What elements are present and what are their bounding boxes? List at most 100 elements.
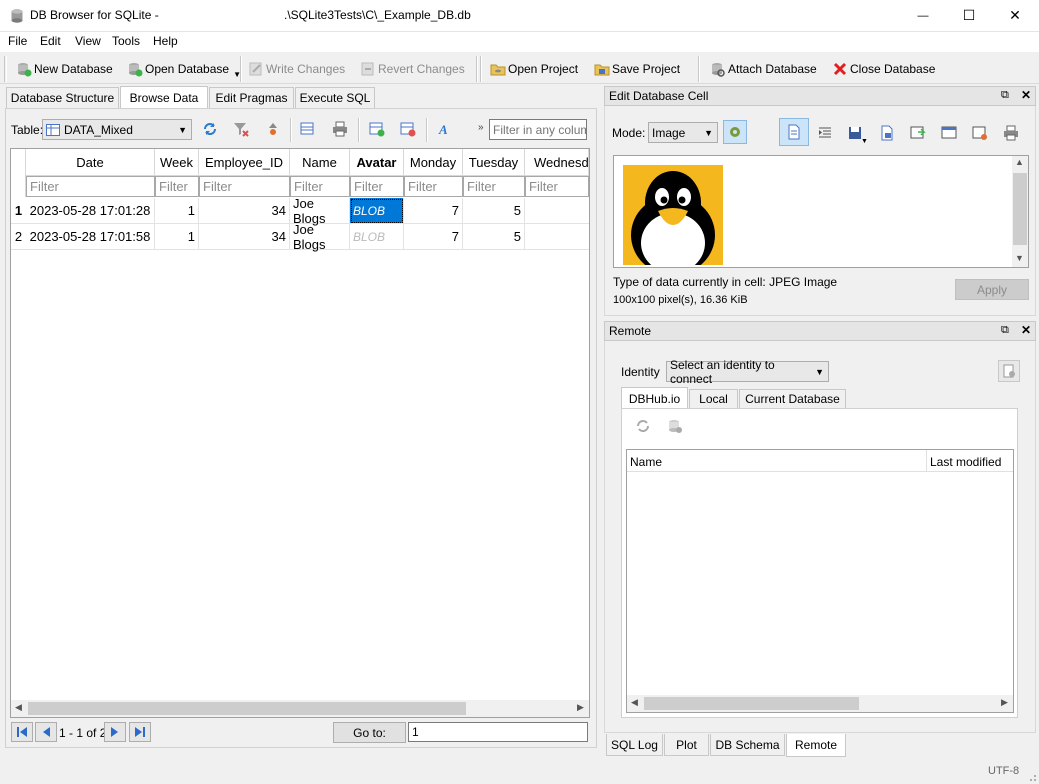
row-number[interactable]: 2 — [11, 224, 26, 250]
scroll-right-icon[interactable]: ▶ — [1001, 697, 1008, 708]
cell-tuesday[interactable]: 5 — [463, 198, 525, 224]
cell-date[interactable]: 2023-05-28 17:01:58 — [26, 224, 155, 250]
identity-select[interactable]: Select an identity to connect ▼ — [666, 358, 829, 386]
column-header-last-modified[interactable]: Last modified — [927, 450, 1013, 472]
open-project-button[interactable]: Open Project — [490, 59, 578, 79]
cell-monday[interactable]: 7 — [404, 198, 463, 224]
column-header-week[interactable]: Week — [155, 149, 199, 176]
minimize-button[interactable]: — — [900, 0, 946, 31]
filter-employee-id[interactable]: Filter — [199, 176, 290, 197]
cell-name[interactable]: Joe Blogs — [290, 222, 350, 252]
scroll-right-icon[interactable]: ▶ — [577, 702, 584, 713]
table-select[interactable]: DATA_Mixed ▼ — [42, 119, 192, 140]
tab-db-schema[interactable]: DB Schema — [710, 734, 785, 756]
word-wrap-button[interactable] — [779, 118, 809, 146]
open-database-button[interactable]: Open Database ▼ — [127, 59, 241, 79]
column-header-date[interactable]: Date — [26, 149, 155, 176]
refresh-icon[interactable] — [202, 121, 218, 137]
column-header-tuesday[interactable]: Tuesday — [463, 149, 525, 176]
cell-wednesday[interactable] — [525, 224, 589, 250]
menu-edit[interactable]: Edit — [40, 34, 61, 48]
attach-database-button[interactable]: Attach Database — [710, 59, 817, 79]
set-null-icon[interactable] — [910, 125, 926, 141]
column-header-name[interactable]: Name — [290, 149, 350, 176]
scroll-left-icon[interactable]: ◀ — [631, 697, 638, 708]
tab-database-structure[interactable]: Database Structure — [6, 87, 119, 108]
refresh-icon[interactable] — [635, 418, 651, 434]
scrollbar-thumb[interactable] — [644, 697, 859, 710]
cell-employee-id[interactable]: 34 — [199, 224, 290, 250]
viewer-vertical-scrollbar[interactable]: ▲ ▼ — [1012, 156, 1028, 267]
tab-current-database[interactable]: Current Database — [739, 389, 846, 408]
last-page-button[interactable] — [129, 722, 151, 742]
tab-remote[interactable]: Remote — [786, 734, 846, 757]
filter-tuesday[interactable]: Filter — [463, 176, 525, 197]
new-database-button[interactable]: New Database — [16, 59, 113, 79]
tab-browse-data[interactable]: Browse Data — [120, 86, 208, 109]
first-page-button[interactable] — [11, 722, 33, 742]
column-header-avatar[interactable]: Avatar — [350, 149, 404, 176]
tab-sql-log[interactable]: SQL Log — [606, 734, 663, 756]
export-icon[interactable] — [879, 125, 895, 141]
close-panel-icon[interactable]: ✕ — [1021, 323, 1031, 337]
clone-database-icon[interactable] — [667, 418, 683, 434]
maximize-button[interactable]: ☐ — [946, 0, 992, 31]
float-panel-icon[interactable]: ⧉ — [1001, 324, 1009, 337]
scrollbar-thumb[interactable] — [1013, 173, 1027, 245]
scroll-down-icon[interactable]: ▼ — [1015, 253, 1024, 263]
indent-icon[interactable] — [817, 125, 833, 141]
column-header-employee-id[interactable]: Employee_ID — [199, 149, 290, 176]
filter-date[interactable]: Filter — [26, 176, 155, 197]
go-to-input[interactable] — [408, 722, 588, 742]
print-cell-icon[interactable] — [1003, 125, 1019, 141]
cell-week[interactable]: 1 — [155, 198, 199, 224]
float-panel-icon[interactable]: ⧉ — [1001, 89, 1009, 102]
grid-horizontal-scrollbar[interactable]: ◀ ▶ — [11, 700, 589, 717]
scrollbar-thumb[interactable] — [28, 702, 466, 715]
cell-employee-id[interactable]: 34 — [199, 198, 290, 224]
save-table-icon[interactable] — [300, 121, 316, 137]
insert-record-icon[interactable] — [369, 121, 385, 137]
tab-plot[interactable]: Plot — [664, 734, 709, 756]
column-header-name[interactable]: Name — [627, 450, 927, 472]
close-window-button[interactable]: ✕ — [992, 0, 1038, 31]
next-page-button[interactable] — [104, 722, 126, 742]
cell-name[interactable]: Joe Blogs — [290, 196, 350, 226]
cell-tuesday[interactable]: 5 — [463, 224, 525, 250]
menu-help[interactable]: Help — [153, 34, 178, 48]
menu-file[interactable]: File — [8, 34, 27, 48]
filter-week[interactable]: Filter — [155, 176, 199, 197]
save-project-button[interactable]: Save Project — [594, 59, 680, 79]
scroll-left-icon[interactable]: ◀ — [15, 702, 22, 713]
open-external-icon[interactable] — [941, 125, 957, 141]
list-horizontal-scrollbar[interactable]: ◀ ▶ — [627, 695, 1013, 712]
cell-monday[interactable]: 7 — [404, 224, 463, 250]
identity-manage-button[interactable] — [998, 360, 1020, 382]
filter-wednesday[interactable]: Filter — [525, 176, 589, 197]
delete-record-icon[interactable] — [400, 121, 416, 137]
auto-switch-mode-button[interactable] — [723, 120, 747, 144]
column-header-wednesday[interactable]: Wednesda — [525, 149, 589, 176]
row-number[interactable]: 1 — [11, 198, 26, 224]
tab-execute-sql[interactable]: Execute SQL — [295, 87, 375, 108]
apply-button[interactable]: Apply — [955, 279, 1029, 300]
revert-changes-button[interactable]: Revert Changes — [360, 59, 465, 79]
scroll-up-icon[interactable]: ▲ — [1015, 157, 1024, 167]
chevron-down-icon[interactable]: ▼ — [861, 138, 868, 145]
cell-week[interactable]: 1 — [155, 224, 199, 250]
cell-avatar[interactable]: BLOB — [350, 224, 404, 250]
mode-select[interactable]: Image ▼ — [648, 122, 718, 143]
print-icon[interactable] — [332, 121, 348, 137]
filter-name[interactable]: Filter — [290, 176, 350, 197]
previous-page-button[interactable] — [35, 722, 57, 742]
column-header-monday[interactable]: Monday — [404, 149, 463, 176]
clear-cell-icon[interactable] — [972, 125, 988, 141]
cell-wednesday[interactable] — [525, 198, 589, 224]
chevron-right-icon[interactable]: » — [478, 122, 484, 133]
tab-edit-pragmas[interactable]: Edit Pragmas — [209, 87, 294, 108]
filter-avatar[interactable]: Filter — [350, 176, 404, 197]
close-panel-icon[interactable]: ✕ — [1021, 88, 1031, 102]
filter-monday[interactable]: Filter — [404, 176, 463, 197]
text-format-icon[interactable]: A — [438, 121, 454, 137]
sort-icon[interactable] — [265, 121, 281, 137]
